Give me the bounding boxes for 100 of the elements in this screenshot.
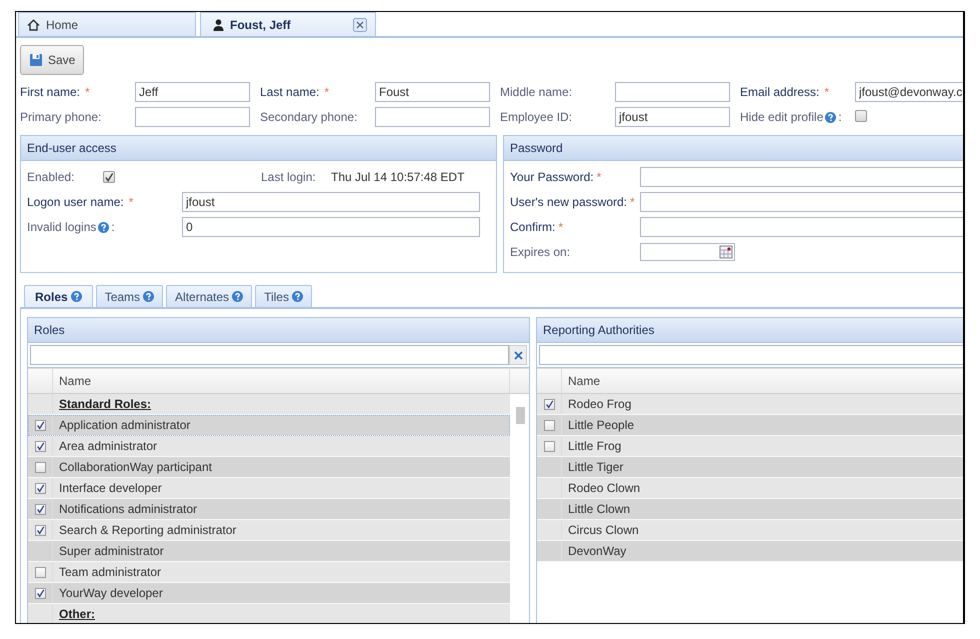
close-icon[interactable] <box>353 18 367 32</box>
password-field[interactable] <box>640 167 963 187</box>
calendar-icon[interactable] <box>719 245 733 259</box>
panel-title: Password <box>504 136 963 161</box>
person-icon <box>213 18 224 30</box>
tab[interactable]: Alternates <box>166 285 252 307</box>
checkbox[interactable] <box>34 482 46 494</box>
checkbox[interactable] <box>855 110 867 122</box>
text-field[interactable]: jfoust <box>615 107 730 127</box>
group-heading: Standard Roles: <box>59 397 152 411</box>
table-row[interactable]: Little Clown <box>537 499 963 520</box>
table-cell: Circus Clown <box>568 523 639 537</box>
help-icon[interactable] <box>143 291 154 302</box>
tab[interactable]: Home <box>18 12 196 36</box>
field-label: Last name: <box>260 85 320 99</box>
table-row[interactable]: Application administrator <box>28 415 510 436</box>
table-row[interactable]: Standard Roles: <box>28 394 510 415</box>
field-label: Confirm: <box>510 220 556 234</box>
checkbox[interactable] <box>103 171 115 183</box>
password-field[interactable] <box>640 217 963 237</box>
checkbox[interactable] <box>34 588 46 598</box>
table-cell: YourWay developer <box>59 586 163 600</box>
last-login-value: Thu Jul 14 10:57:48 EDT <box>331 170 464 184</box>
text-field[interactable]: 0 <box>182 217 480 237</box>
field-label: First name: <box>20 85 80 99</box>
filter-field[interactable] <box>539 345 963 365</box>
help-icon[interactable] <box>70 291 82 302</box>
table-row[interactable]: Little Tiger <box>537 457 963 478</box>
checkbox[interactable] <box>34 440 46 452</box>
table-row[interactable]: DevonWay <box>537 541 963 562</box>
table-row[interactable]: Little People <box>537 415 963 436</box>
field-label: Invalid logins <box>27 220 96 234</box>
text-field[interactable]: jfoust@devonway.c <box>855 82 963 102</box>
password-field[interactable] <box>640 192 963 212</box>
table-row[interactable]: Rodeo Frog <box>537 394 963 415</box>
help-icon[interactable] <box>825 112 836 122</box>
checkbox[interactable] <box>34 420 46 430</box>
text-field[interactable]: jfoust <box>182 192 480 212</box>
table-cell: Search & Reporting administrator <box>59 523 236 537</box>
tab[interactable]: Roles <box>24 285 93 307</box>
checkbox[interactable] <box>544 398 554 410</box>
table-row[interactable]: Little Frog <box>537 436 963 457</box>
field-label: Hide edit profile <box>740 110 824 124</box>
required-mark: * <box>630 195 635 209</box>
checkbox[interactable] <box>34 566 46 578</box>
text-field[interactable] <box>375 107 490 127</box>
table-cell: Team administrator <box>59 565 162 579</box>
table-row[interactable]: Team administrator <box>28 562 510 583</box>
tab[interactable]: Teams <box>96 285 164 307</box>
required-mark: * <box>85 85 90 99</box>
table-cell: Application administrator <box>59 418 190 432</box>
table-row[interactable]: Notifications administrator <box>28 499 510 520</box>
table-row[interactable]: Rodeo Clown <box>537 478 963 499</box>
field-label: Expires on: <box>510 245 570 259</box>
table-cell: Little Clown <box>568 502 630 516</box>
table-row[interactable]: Super administrator <box>28 541 510 562</box>
required-mark: * <box>596 170 602 184</box>
checkbox[interactable] <box>544 420 554 430</box>
date-field[interactable] <box>640 243 735 261</box>
table-row[interactable]: Search & Reporting administrator <box>28 520 510 541</box>
help-icon[interactable] <box>98 222 110 232</box>
text-field[interactable]: Foust <box>375 82 490 102</box>
checkbox[interactable] <box>34 504 46 514</box>
panel-title: End-user access <box>21 136 496 161</box>
table-cell: Area administrator <box>59 439 158 453</box>
filter-field[interactable] <box>30 345 509 365</box>
table-row[interactable]: Interface developer <box>28 478 510 499</box>
save-button[interactable]: Save <box>20 45 84 75</box>
group-heading: Other: <box>59 607 95 621</box>
tab[interactable]: Tiles <box>255 285 312 307</box>
required-mark: * <box>128 195 134 209</box>
required-mark: * <box>324 85 330 99</box>
text-field[interactable] <box>615 82 730 102</box>
table-row[interactable]: YourWay developer <box>28 583 510 604</box>
field-label: Logon user name: <box>27 195 124 209</box>
table-cell: Little Tiger <box>568 460 624 474</box>
help-icon[interactable] <box>292 291 303 302</box>
panel-title: Reporting Authorities <box>537 318 963 343</box>
colon: : <box>111 220 115 234</box>
clear-button[interactable] <box>509 345 527 365</box>
field-label: Middle name: <box>500 85 572 99</box>
required-mark: * <box>824 85 830 99</box>
checkbox[interactable] <box>34 462 46 472</box>
field-label: Primary phone: <box>20 110 102 124</box>
home-icon <box>27 18 40 30</box>
table-row[interactable]: CollaborationWay participant <box>28 457 510 478</box>
field-label: Secondary phone: <box>260 110 358 124</box>
required-mark: * <box>558 220 564 234</box>
table-cell: Interface developer <box>59 481 162 495</box>
tab[interactable]: Foust, Jeff <box>200 12 376 36</box>
table-row[interactable]: Circus Clown <box>537 520 963 541</box>
field-label: User's new password: <box>510 195 627 209</box>
checkbox[interactable] <box>34 524 46 536</box>
checkbox[interactable] <box>544 440 554 452</box>
close-icon <box>514 350 522 360</box>
table-row[interactable]: Area administrator <box>28 436 510 457</box>
help-icon[interactable] <box>232 291 244 302</box>
text-field[interactable]: Jeff <box>135 82 250 102</box>
text-field[interactable] <box>135 107 250 127</box>
table-row[interactable]: Other: <box>28 604 510 623</box>
